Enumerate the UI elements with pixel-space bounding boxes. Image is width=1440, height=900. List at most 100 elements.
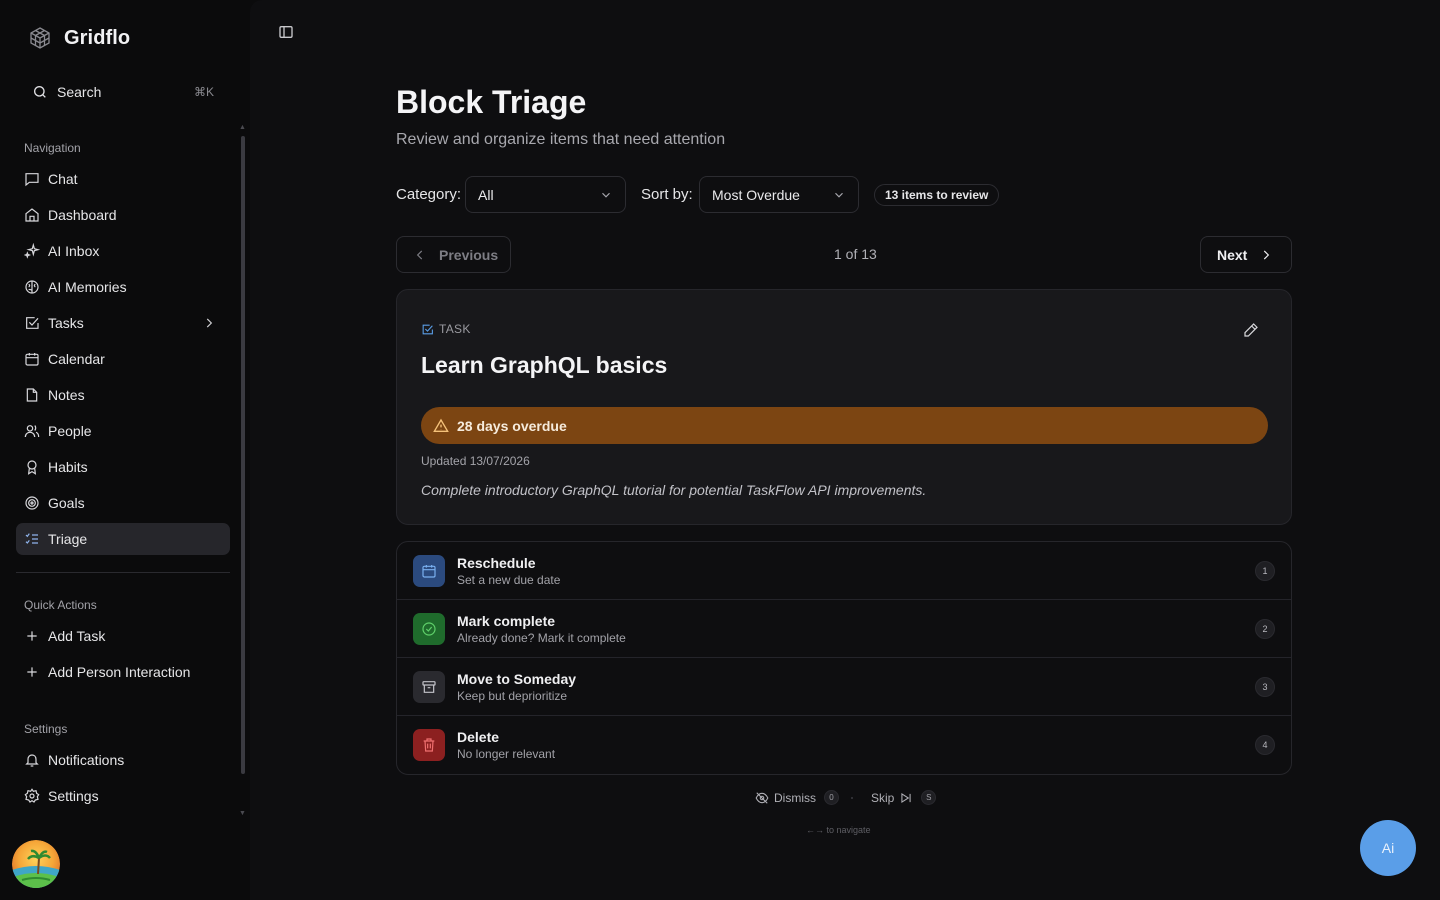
search-button[interactable]: Search ⌘K (16, 76, 230, 108)
sidebar-item-ai-memories[interactable]: AI Memories (16, 271, 230, 303)
action-delete[interactable]: Delete No longer relevant 4 (397, 716, 1291, 774)
plus-icon (24, 664, 40, 680)
sidebar-item-habits[interactable]: Habits (16, 451, 230, 483)
previous-button[interactable]: Previous (396, 236, 511, 273)
message-square-icon (24, 171, 40, 187)
ai-assistant-button[interactable]: Ai (1360, 820, 1416, 876)
action-subtitle: No longer relevant (457, 747, 556, 761)
category-value: All (478, 186, 494, 203)
page-title: Block Triage (396, 84, 587, 120)
sidebar-item-calendar[interactable]: Calendar (16, 343, 230, 375)
page-subtitle: Review and organize items that need atte… (396, 131, 726, 148)
avatar[interactable] (12, 840, 60, 888)
scroll-down-arrow[interactable]: ▼ (239, 810, 246, 817)
nav-section-title: Navigation (24, 141, 81, 155)
skip-button[interactable]: Skip S (871, 790, 937, 805)
list-checks-icon (24, 531, 40, 547)
scroll-up-arrow[interactable]: ▲ (239, 124, 246, 131)
brain-icon (24, 279, 40, 295)
shortcut-key: 4 (1255, 735, 1275, 755)
item-type: TASK (421, 322, 471, 336)
action-title: Delete (457, 729, 500, 745)
dismiss-button[interactable]: Dismiss 0 (755, 790, 839, 805)
overdue-banner: 28 days overdue (421, 407, 1268, 444)
dismiss-label: Dismiss (774, 790, 816, 805)
triage-actions-list: Reschedule Set a new due date 1 Mark com… (396, 541, 1292, 775)
triage-item-card: TASK Learn GraphQL basics 28 days overdu… (396, 289, 1292, 525)
edit-icon[interactable] (1243, 322, 1259, 338)
items-count-badge: 13 items to review (874, 184, 1000, 206)
sidebar-item-ai-inbox[interactable]: AI Inbox (16, 235, 230, 267)
sidebar-item-label: Calendar (48, 351, 105, 367)
next-button[interactable]: Next (1200, 236, 1292, 273)
action-title: Mark complete (457, 613, 556, 629)
quick-action-label: Add Task (48, 628, 106, 644)
updated-date: Updated 13/07/2026 (421, 454, 530, 468)
chevron-left-icon (413, 248, 427, 262)
sparkles-icon (24, 243, 40, 259)
shortcut-key: 1 (1255, 561, 1275, 581)
category-label: Category: (396, 186, 462, 203)
quick-add-task[interactable]: Add Task (16, 620, 230, 652)
sidebar: Gridflo Search ⌘K Navigation Chat Dashbo… (0, 0, 250, 900)
sidebar-item-chat[interactable]: Chat (16, 163, 230, 195)
skip-forward-icon (899, 791, 913, 805)
sidebar-item-label: Goals (48, 495, 85, 511)
logo-icon (28, 26, 52, 50)
trash-icon (413, 729, 445, 761)
gear-icon (24, 788, 40, 804)
sidebar-scrollbar[interactable] (241, 136, 245, 774)
chevron-right-icon[interactable] (202, 316, 216, 330)
sort-label: Sort by: (641, 186, 693, 203)
skip-label: Skip (871, 790, 895, 805)
sidebar-item-label: AI Inbox (48, 243, 100, 259)
sidebar-item-settings[interactable]: Settings (16, 780, 230, 812)
navigation-hint: ←→ to navigate (806, 825, 871, 835)
sidebar-item-people[interactable]: People (16, 415, 230, 447)
sidebar-item-tasks[interactable]: Tasks (16, 307, 230, 339)
action-subtitle: Already done? Mark it complete (457, 631, 626, 645)
action-title: Reschedule (457, 555, 536, 571)
award-icon (24, 459, 40, 475)
file-icon (24, 387, 40, 403)
sidebar-item-label: Triage (48, 531, 88, 547)
calendar-icon (24, 351, 40, 367)
check-circle-icon (413, 613, 445, 645)
plus-icon (24, 628, 40, 644)
pager-position: 1 of 13 (834, 246, 877, 262)
sort-select[interactable]: Most Overdue (699, 176, 859, 213)
shortcut-key: 0 (824, 790, 839, 805)
action-move-to-someday[interactable]: Move to Someday Keep but deprioritize 3 (397, 658, 1291, 716)
sidebar-item-notifications[interactable]: Notifications (16, 744, 230, 776)
sidebar-item-label: Settings (48, 788, 99, 804)
action-mark-complete[interactable]: Mark complete Already done? Mark it comp… (397, 600, 1291, 658)
item-title: Learn GraphQL basics (421, 352, 668, 378)
action-reschedule[interactable]: Reschedule Set a new due date 1 (397, 542, 1291, 600)
sidebar-item-goals[interactable]: Goals (16, 487, 230, 519)
search-label: Search (57, 84, 102, 100)
sidebar-item-label: Dashboard (48, 207, 117, 223)
sidebar-item-label: Tasks (48, 315, 84, 331)
sidebar-divider (16, 572, 230, 573)
chevron-down-icon (599, 188, 613, 202)
eye-off-icon (755, 791, 769, 805)
sidebar-item-label: Notes (48, 387, 85, 403)
search-icon (32, 84, 48, 100)
item-type-label: TASK (439, 322, 471, 336)
calendar-icon (413, 555, 445, 587)
sidebar-item-notes[interactable]: Notes (16, 379, 230, 411)
sidebar-toggle-icon[interactable] (278, 24, 294, 40)
check-square-icon (421, 323, 434, 336)
sidebar-item-dashboard[interactable]: Dashboard (16, 199, 230, 231)
target-icon (24, 495, 40, 511)
sidebar-item-label: Chat (48, 171, 78, 187)
action-subtitle: Keep but deprioritize (457, 689, 568, 703)
action-title: Move to Someday (457, 671, 577, 687)
sidebar-item-triage[interactable]: Triage (16, 523, 230, 555)
brand[interactable]: Gridflo (28, 26, 130, 50)
sidebar-item-label: Notifications (48, 752, 125, 768)
search-shortcut: ⌘K (193, 85, 214, 99)
quick-add-person-interaction[interactable]: Add Person Interaction (16, 656, 230, 688)
category-select[interactable]: All (465, 176, 626, 213)
bell-icon (24, 752, 40, 768)
